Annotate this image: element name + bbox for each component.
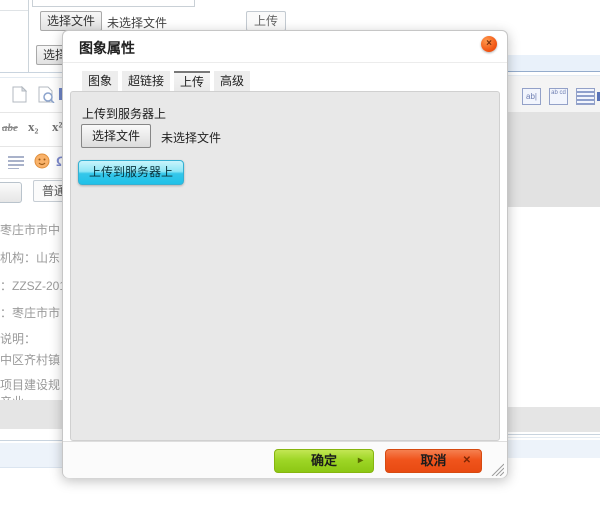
background-panel bbox=[500, 440, 600, 458]
page: 选择文件 未选择文件 上传 选择文件 abe x₂ x² Ω 普通 枣庄市市中 … bbox=[0, 0, 600, 530]
ok-button[interactable]: 确定 ▸ bbox=[274, 449, 374, 473]
subscript-icon[interactable]: x₂ bbox=[28, 119, 38, 135]
dialog-tabs: 图象 超链接 上传 高级 bbox=[82, 71, 254, 91]
form-label: ：枣庄市市 bbox=[0, 304, 60, 321]
background-border bbox=[500, 437, 600, 438]
toolbar-separator bbox=[0, 112, 70, 113]
form-label: 枣庄市市中 bbox=[0, 221, 60, 238]
toolbar-button-partial[interactable] bbox=[0, 182, 22, 203]
upload-to-server-button[interactable]: 上传到服务器上 bbox=[78, 160, 184, 185]
tab-hyperlink[interactable]: 超链接 bbox=[122, 71, 170, 91]
editor-top-border bbox=[0, 72, 70, 73]
choose-file-button[interactable]: 选择文件 bbox=[40, 11, 102, 31]
upload-section-label: 上传到服务器上 bbox=[82, 105, 166, 122]
smiley-icon[interactable] bbox=[34, 153, 50, 169]
resize-handle-icon[interactable] bbox=[490, 462, 504, 476]
form-label: ：ZZSZ-201 bbox=[0, 277, 66, 294]
image-properties-dialog: 图象属性 × 图象 超链接 上传 高级 上传到服务器上 选择文件 未选择文件 上… bbox=[62, 30, 508, 478]
background-text-input[interactable] bbox=[32, 0, 195, 7]
preview-icon[interactable] bbox=[38, 86, 55, 103]
choose-file-button[interactable]: 选择文件 bbox=[81, 124, 151, 148]
cancel-button-label: 取消 bbox=[420, 453, 446, 468]
file-status-text: 未选择文件 bbox=[107, 14, 167, 31]
background-panel bbox=[500, 55, 600, 72]
dialog-title: 图象属性 bbox=[79, 38, 135, 58]
file-status-text: 未选择文件 bbox=[161, 129, 221, 146]
background-panel bbox=[0, 443, 70, 468]
strikethrough-icon[interactable]: abe bbox=[2, 122, 18, 134]
cancel-x-icon: ✕ bbox=[463, 450, 471, 472]
background-border bbox=[0, 440, 70, 441]
form-label: 机构：山东 bbox=[0, 249, 60, 266]
background-panel bbox=[0, 400, 70, 429]
dialog-footer: 确定 ▸ 取消 ✕ bbox=[63, 441, 507, 478]
tab-advanced[interactable]: 高级 bbox=[214, 71, 250, 91]
table-row-border bbox=[0, 10, 28, 11]
new-page-icon[interactable] bbox=[12, 86, 27, 103]
editor-top-border-inner bbox=[0, 77, 70, 78]
arrow-right-icon: ▸ bbox=[358, 450, 363, 472]
form-label: 说明： bbox=[0, 330, 36, 347]
textarea-icon[interactable]: ab cd bbox=[549, 88, 568, 105]
superscript-icon[interactable]: x² bbox=[52, 119, 62, 135]
cancel-button[interactable]: 取消 ✕ bbox=[385, 449, 482, 473]
table-cell-border bbox=[28, 0, 29, 72]
upload-tab-panel: 上传到服务器上 选择文件 未选择文件 上传到服务器上 bbox=[70, 91, 500, 441]
background-border bbox=[500, 434, 600, 435]
selectbox-icon[interactable] bbox=[576, 88, 595, 105]
toolbar-separator bbox=[0, 178, 70, 179]
tab-image[interactable]: 图象 bbox=[82, 71, 118, 91]
ok-button-label: 确定 bbox=[311, 453, 337, 468]
justify-icon[interactable] bbox=[8, 155, 24, 169]
tab-upload[interactable]: 上传 bbox=[174, 71, 210, 91]
background-panel bbox=[500, 112, 600, 207]
textfield-icon[interactable]: ab| bbox=[522, 88, 541, 105]
form-label: 项目建设规 bbox=[0, 376, 60, 393]
close-icon[interactable]: × bbox=[481, 36, 497, 52]
background-panel bbox=[500, 407, 600, 432]
toolbar-separator bbox=[0, 146, 70, 147]
upload-button[interactable]: 上传 bbox=[246, 11, 286, 31]
form-label: 中区齐村镇 bbox=[0, 351, 60, 368]
title-separator bbox=[63, 62, 507, 63]
